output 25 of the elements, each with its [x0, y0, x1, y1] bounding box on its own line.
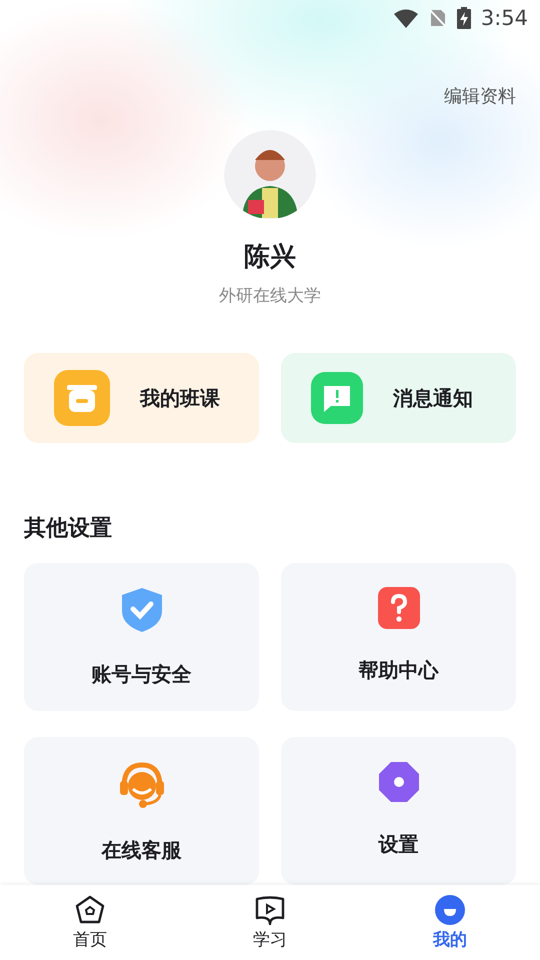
wifi-icon	[392, 8, 419, 28]
play-icon	[254, 894, 286, 926]
battery-charging-icon	[456, 7, 471, 29]
class-icon	[54, 370, 110, 426]
shield-check-icon	[120, 587, 162, 633]
headset-icon	[118, 761, 166, 809]
quick-card[interactable]: 我的班课	[24, 353, 259, 443]
quick-card[interactable]: 消息通知	[281, 353, 516, 443]
smile-icon	[434, 894, 466, 926]
section-title: 其他设置	[24, 515, 112, 543]
no-sim-icon	[428, 8, 447, 28]
user-name: 陈兴	[244, 241, 296, 274]
organization-name: 外研在线大学	[219, 285, 321, 307]
tab-item[interactable]: 首页	[0, 885, 180, 960]
edit-profile-link[interactable]: 编辑资料	[444, 84, 516, 108]
tab-item[interactable]: 学习	[180, 885, 360, 960]
status-time: 3:54	[480, 6, 528, 30]
tab-item[interactable]: 我的	[360, 885, 540, 960]
settings-card[interactable]: 在线客服	[24, 737, 259, 885]
home-icon	[74, 894, 106, 926]
help-icon	[378, 587, 420, 629]
message-icon	[311, 372, 363, 424]
settings-card[interactable]: 帮助中心	[281, 563, 516, 711]
settings-card[interactable]: 设置	[281, 737, 516, 885]
settings-card[interactable]: 账号与安全	[24, 563, 259, 711]
